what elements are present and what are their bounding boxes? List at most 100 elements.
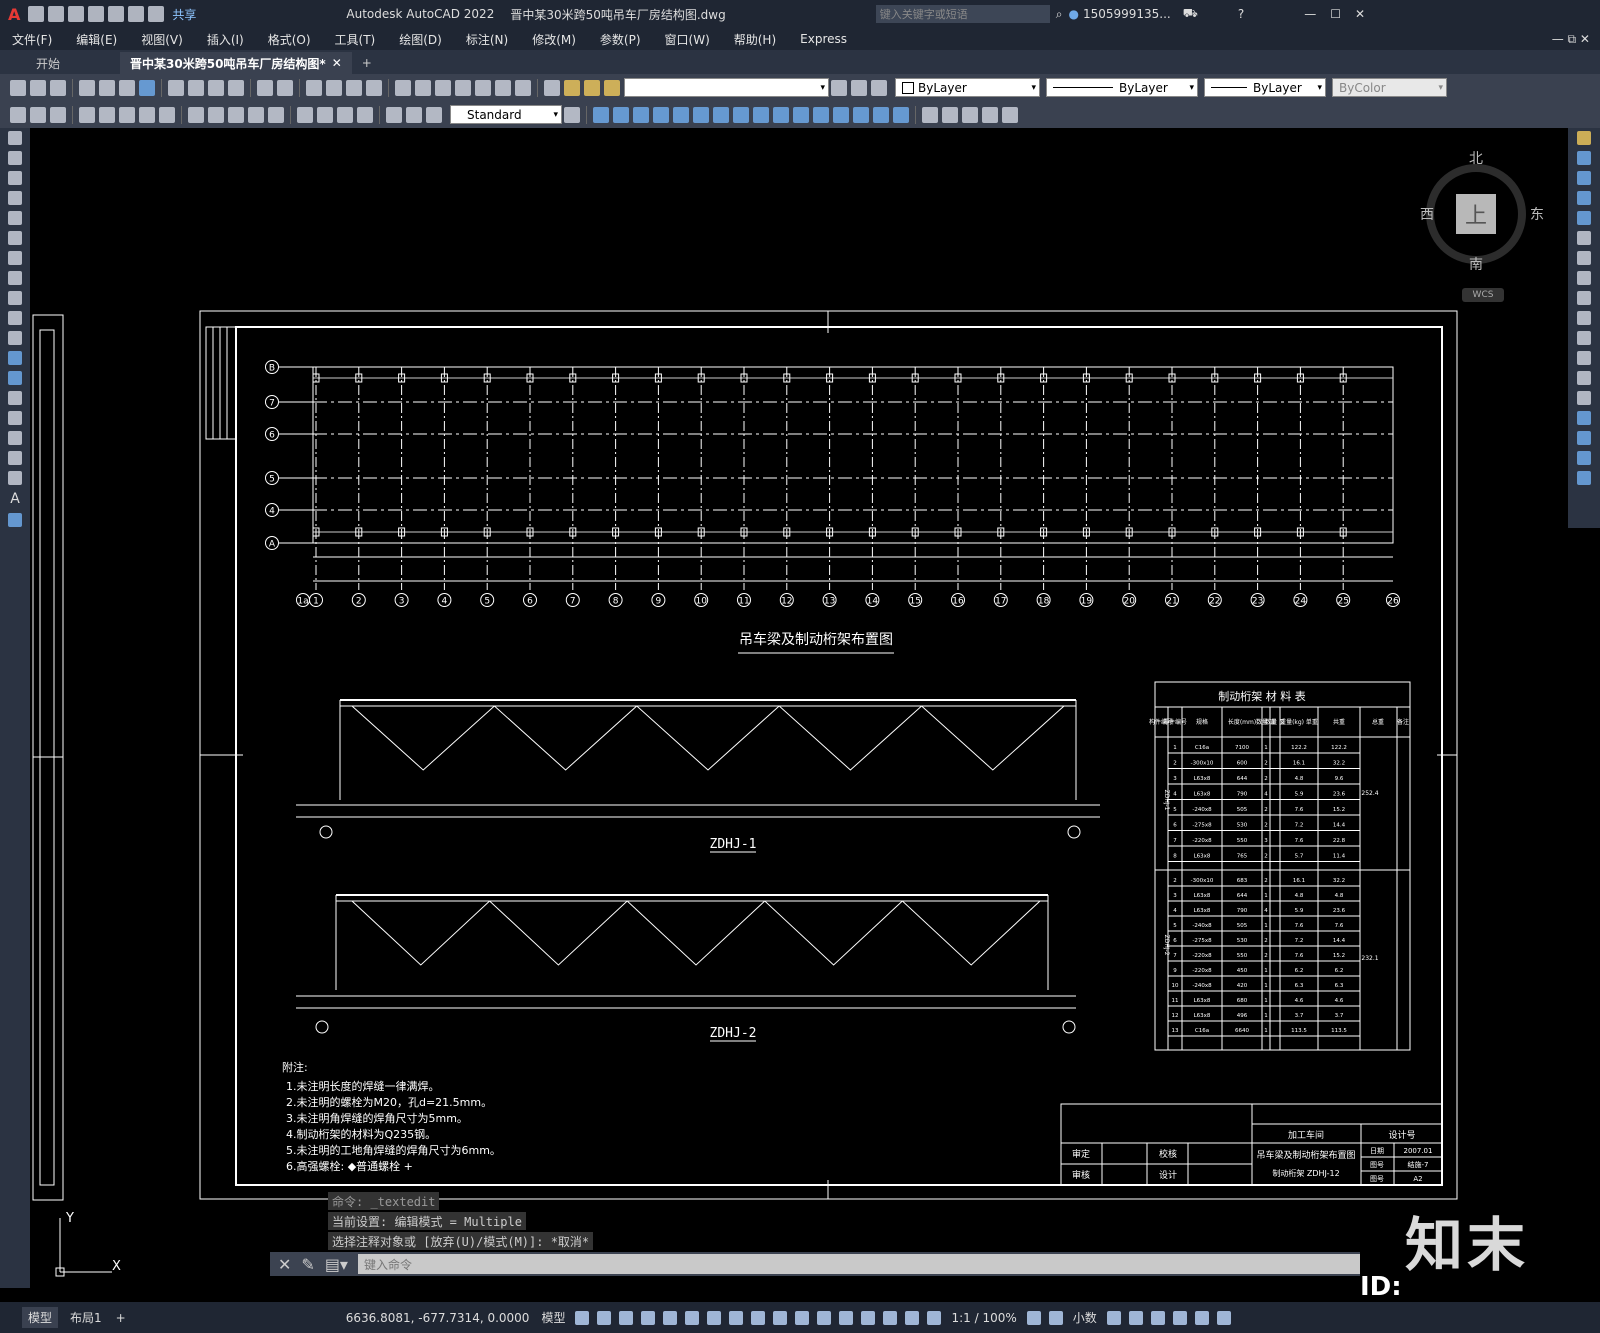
dim-update-icon[interactable] — [426, 106, 442, 123]
selection-cycling-icon[interactable] — [795, 1310, 810, 1325]
menu-insert[interactable]: 插入(I) — [207, 31, 244, 48]
close-icon[interactable]: ✕ — [1355, 7, 1365, 21]
linetype-select[interactable]: ByLayer ▾ — [1046, 78, 1198, 97]
qnew-icon[interactable] — [10, 79, 26, 96]
modify-trim-icon[interactable] — [773, 106, 789, 123]
designcenter-icon[interactable] — [415, 79, 431, 96]
layer-properties-icon[interactable] — [544, 79, 560, 96]
viewcube-south[interactable]: 南 — [1469, 254, 1483, 274]
dim-continue-icon[interactable] — [228, 106, 244, 123]
command-prompt-icon[interactable]: ▤▾ — [325, 1255, 348, 1274]
add-selected-icon[interactable] — [8, 513, 22, 527]
dim-ordinate-icon[interactable] — [79, 106, 95, 123]
layer-state-icon[interactable] — [871, 79, 887, 96]
publish-icon[interactable] — [119, 79, 135, 96]
dim-text-edit-icon[interactable] — [406, 106, 422, 123]
coordinates-readout[interactable]: 6636.8081, -677.7314, 0.0000 — [346, 1311, 530, 1325]
dim-arc-icon[interactable] — [50, 106, 66, 123]
modify-copy-icon[interactable] — [613, 106, 629, 123]
search-icon[interactable]: ⌕ — [1056, 7, 1063, 22]
ortho-icon[interactable] — [641, 1310, 656, 1325]
hatch-icon[interactable] — [8, 411, 22, 425]
erase-icon[interactable] — [1577, 131, 1591, 145]
join-icon[interactable] — [1577, 391, 1591, 405]
center-mark-icon[interactable] — [317, 106, 333, 123]
properties-icon[interactable] — [395, 79, 411, 96]
menu-tools[interactable]: 工具(T) — [335, 31, 376, 48]
spline-icon[interactable] — [8, 291, 22, 305]
customization-icon[interactable] — [1216, 1310, 1231, 1325]
dim-break-icon[interactable] — [268, 106, 284, 123]
menu-draw[interactable]: 绘图(D) — [399, 31, 442, 48]
dim-space-icon[interactable] — [248, 106, 264, 123]
move-icon[interactable] — [1577, 231, 1591, 245]
layer-previous-icon[interactable] — [851, 79, 867, 96]
zoom-previous-icon[interactable] — [366, 79, 382, 96]
modify-scale-icon[interactable] — [733, 106, 749, 123]
viewcube[interactable]: 上 北 南 西 东 WCS — [1420, 148, 1544, 302]
menu-window[interactable]: 窗口(W) — [665, 31, 710, 48]
modify-chamfer-icon[interactable] — [853, 106, 869, 123]
modify-stretch-icon[interactable] — [753, 106, 769, 123]
command-customize-icon[interactable]: ✎ — [301, 1255, 314, 1274]
lineweight-icon[interactable] — [751, 1310, 766, 1325]
isodraft-icon[interactable] — [685, 1310, 700, 1325]
workspace-gear-icon[interactable] — [1026, 1310, 1041, 1325]
dim-jogged-icon[interactable] — [119, 106, 135, 123]
dim-aligned-icon[interactable] — [30, 106, 46, 123]
wcs-menu[interactable]: WCS — [1462, 288, 1504, 302]
dim-angular-icon[interactable] — [159, 106, 175, 123]
quick-properties-icon[interactable] — [1106, 1310, 1121, 1325]
model-space-button[interactable]: 模型 — [541, 1309, 565, 1326]
sheetset-icon[interactable] — [455, 79, 471, 96]
dynamic-ucs-icon[interactable] — [839, 1310, 854, 1325]
tab-drawing[interactable]: 晋中某30米跨50吨吊车厂房结构图* ✕ — [120, 52, 352, 74]
model-space-canvas[interactable]: 1a 1 2 3 4 5 6 7 8 9 10 11 12 13 14 15 16 17 18 19 20 21 22 23 2… — [30, 128, 1568, 1332]
graphics-performance-icon[interactable] — [1172, 1310, 1187, 1325]
selection-filter-icon[interactable] — [861, 1310, 876, 1325]
menu-format[interactable]: 格式(O) — [268, 31, 311, 48]
tolerance-icon[interactable] — [297, 106, 313, 123]
menu-modify[interactable]: 修改(M) — [532, 31, 576, 48]
osnap-icon[interactable] — [729, 1310, 744, 1325]
lock-ui-icon[interactable] — [1128, 1310, 1143, 1325]
undo-icon[interactable] — [128, 6, 145, 22]
dim-radius-icon[interactable] — [99, 106, 115, 123]
xline-icon[interactable] — [8, 151, 22, 165]
toolpalettes-icon[interactable] — [435, 79, 451, 96]
menu-parametric[interactable]: 参数(P) — [600, 31, 641, 48]
menu-file[interactable]: 文件(F) — [12, 31, 52, 48]
layer-lock-icon[interactable] — [604, 79, 620, 96]
offset-icon[interactable] — [1577, 191, 1591, 205]
make-current-icon[interactable] — [831, 79, 847, 96]
line-icon[interactable] — [8, 131, 22, 145]
paste-icon[interactable] — [208, 79, 224, 96]
user-name[interactable]: 1505999135... — [1083, 7, 1171, 21]
modify-offset-icon[interactable] — [653, 106, 669, 123]
insert-block-icon[interactable] — [8, 351, 22, 365]
markup-icon[interactable] — [475, 79, 491, 96]
dim-edit-icon[interactable] — [386, 106, 402, 123]
modify-extend-icon[interactable] — [793, 106, 809, 123]
viewcube-north[interactable]: 北 — [1469, 148, 1483, 168]
polar-icon[interactable] — [663, 1310, 678, 1325]
plot-icon[interactable] — [108, 6, 125, 22]
annotation-monitor-icon[interactable] — [1048, 1310, 1063, 1325]
viewcube-east[interactable]: 东 — [1530, 204, 1544, 224]
layer-select[interactable]: ▾ — [624, 78, 829, 97]
pan-icon[interactable] — [306, 79, 322, 96]
user-icon[interactable]: ● — [1068, 7, 1078, 21]
explode-icon[interactable] — [1577, 471, 1591, 485]
cart-icon[interactable]: ⛟ — [1183, 6, 1198, 22]
layer-on-icon[interactable] — [564, 79, 580, 96]
layer-freeze-icon[interactable] — [584, 79, 600, 96]
revcloud-icon[interactable] — [8, 271, 22, 285]
break-point-icon[interactable] — [1577, 351, 1591, 365]
menu-help[interactable]: 帮助(H) — [734, 31, 776, 48]
quickcalc-icon[interactable] — [495, 79, 511, 96]
clean-screen-icon[interactable] — [1194, 1310, 1209, 1325]
open-file-icon[interactable] — [30, 79, 46, 96]
rotate-icon[interactable] — [1577, 251, 1591, 265]
fillet-icon[interactable] — [1577, 431, 1591, 445]
new-icon[interactable] — [28, 6, 45, 22]
